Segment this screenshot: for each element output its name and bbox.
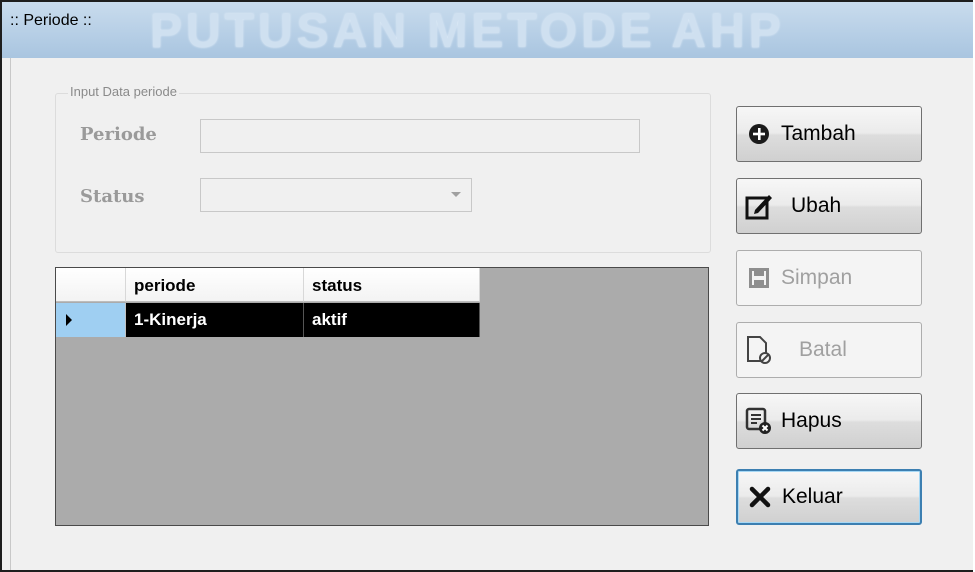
row-header-corner[interactable] <box>56 268 126 302</box>
simpan-label: Simpan <box>781 266 853 289</box>
tambah-label: Tambah <box>781 122 856 145</box>
status-label: Status <box>80 186 145 207</box>
batal-button[interactable]: Batal <box>736 322 922 378</box>
table-row[interactable]: 1-Kinerja aktif <box>56 303 480 337</box>
title-watermark: PUTUSAN METODE AHP <box>150 5 785 58</box>
window: PUTUSAN METODE AHP :: Periode :: Input D… <box>0 0 973 572</box>
input-group: Input Data periode Periode Status <box>55 84 711 253</box>
delete-list-icon <box>745 407 773 435</box>
periode-input[interactable] <box>200 119 640 153</box>
cell-periode[interactable]: 1-Kinerja <box>126 303 304 337</box>
status-select[interactable] <box>200 178 472 212</box>
column-header-periode[interactable]: periode <box>126 268 304 302</box>
save-icon <box>745 264 773 292</box>
column-header-status[interactable]: status <box>304 268 480 302</box>
hapus-button[interactable]: Hapus <box>736 393 922 449</box>
current-row-arrow-icon <box>66 314 72 326</box>
simpan-button[interactable]: Simpan <box>736 250 922 306</box>
periode-label: Periode <box>80 124 157 145</box>
close-icon <box>746 483 774 511</box>
title-bar: PUTUSAN METODE AHP :: Periode :: <box>2 2 973 58</box>
window-title: :: Periode :: <box>10 12 92 29</box>
group-label: Input Data periode <box>68 84 179 99</box>
cell-status[interactable]: aktif <box>304 303 480 337</box>
row-selector[interactable] <box>56 303 126 337</box>
batal-label: Batal <box>799 338 847 361</box>
cancel-document-icon <box>745 336 773 364</box>
plus-circle-icon <box>745 120 773 148</box>
ubah-label: Ubah <box>791 194 842 217</box>
form-body: Input Data periode Periode Status period… <box>10 58 973 570</box>
chevron-down-icon[interactable] <box>451 192 461 197</box>
keluar-button[interactable]: Keluar <box>736 469 922 525</box>
ubah-button[interactable]: Ubah <box>736 178 922 234</box>
grid-header: periode status <box>56 268 480 302</box>
keluar-label: Keluar <box>782 485 843 508</box>
tambah-button[interactable]: Tambah <box>736 106 922 162</box>
hapus-label: Hapus <box>781 409 842 432</box>
data-grid[interactable]: periode status 1-Kinerja aktif <box>55 267 709 526</box>
edit-icon <box>745 192 773 220</box>
